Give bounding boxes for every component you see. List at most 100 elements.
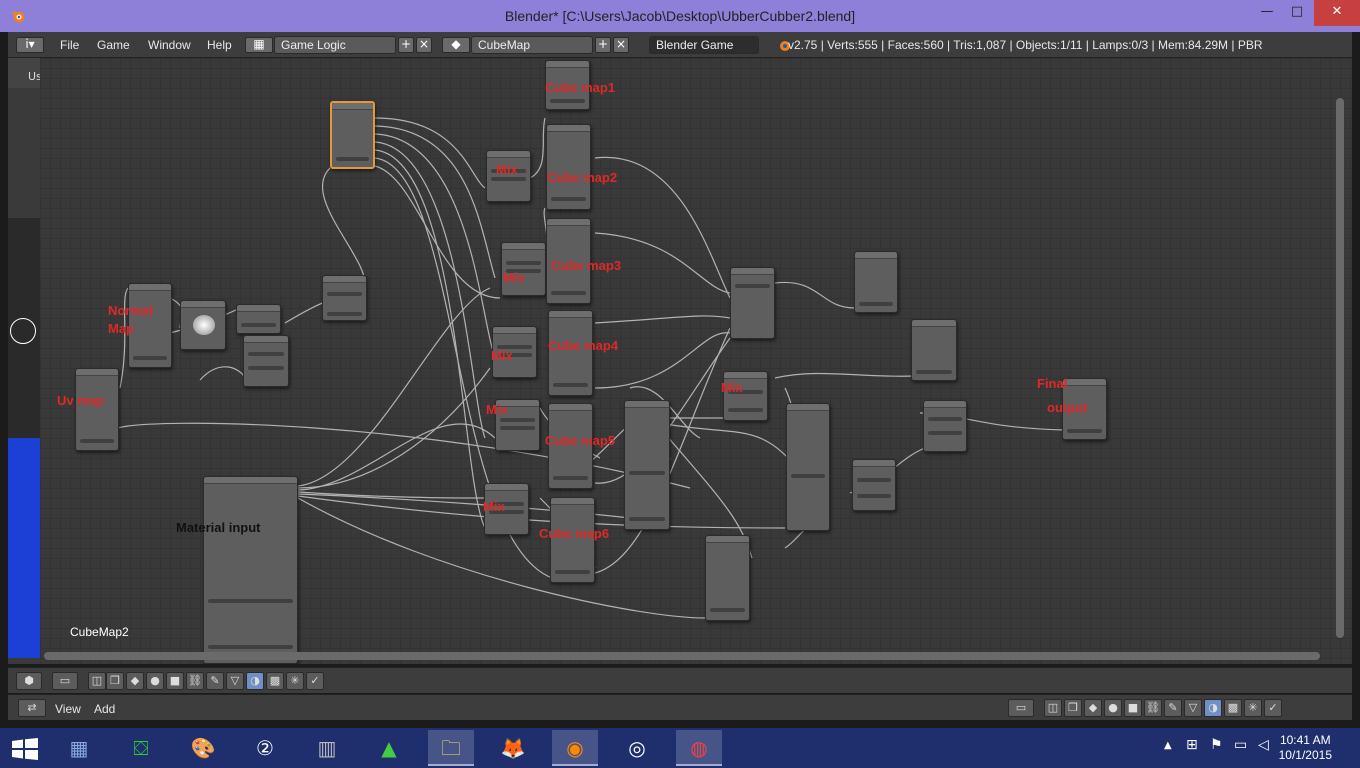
windows-tray-icon[interactable]: ⊞ [1186, 737, 1198, 753]
minimize-button[interactable]: — [1252, 0, 1282, 26]
file-explorer-icon[interactable]: 🗀 [428, 730, 474, 766]
node-material-2[interactable] [624, 400, 670, 530]
editor-type-icon[interactable]: ⬢ [16, 672, 42, 690]
label-cube-map1: Cube map1 [545, 80, 616, 95]
remove-scene-button[interactable]: × [613, 37, 629, 53]
right-particles-icon[interactable]: ✳ [1244, 699, 1262, 717]
label-cube-map4: Cube map4 [548, 338, 619, 353]
node-texture-7[interactable] [705, 535, 750, 621]
vertical-scrollbar[interactable] [1336, 98, 1344, 638]
node-material-input[interactable] [203, 476, 298, 664]
node-mix-7[interactable] [852, 459, 896, 511]
clock-time: 10:41 AM [1279, 733, 1331, 747]
horizontal-scrollbar[interactable] [44, 652, 1320, 660]
menu-help[interactable]: Help [207, 38, 232, 52]
world-icon[interactable]: ● [146, 672, 164, 690]
label-cube-map3: Cube map3 [551, 258, 622, 273]
label-mix-2: Mix [503, 270, 525, 285]
scene-field[interactable]: CubeMap [471, 36, 593, 54]
node-texture-normal[interactable] [128, 283, 172, 368]
normal-sphere-icon [193, 315, 215, 335]
data-icon[interactable]: ▽ [226, 672, 244, 690]
modifiers-icon[interactable]: ✎ [206, 672, 224, 690]
app-2-icon[interactable]: ② [242, 730, 288, 766]
screen-layout-icon[interactable]: ▦ [245, 37, 273, 53]
obs-app-icon[interactable]: ◎ [614, 730, 660, 766]
node-material-3[interactable] [786, 403, 830, 531]
node-reflection[interactable] [236, 304, 281, 334]
node-editor[interactable]: Cube map1 Cube map2 Cube map3 Cube map4 … [40, 58, 1352, 664]
right-physics-icon[interactable]: ✓ [1264, 699, 1282, 717]
label-normal: Normal [108, 303, 153, 318]
network-icon[interactable]: ▭ [1234, 737, 1247, 753]
left-header: Us [8, 58, 42, 88]
google-drive-icon[interactable]: ▲ [366, 730, 412, 766]
object-icon[interactable]: ■ [166, 672, 184, 690]
node-mix-6[interactable] [723, 371, 768, 421]
right-scene-icon[interactable]: ◆ [1084, 699, 1102, 717]
add-scene-button[interactable]: + [595, 37, 611, 53]
node-texture-4[interactable] [548, 310, 593, 396]
right-modifiers-icon[interactable]: ✎ [1164, 699, 1182, 717]
right-data-icon[interactable]: ▽ [1184, 699, 1202, 717]
right-object-icon[interactable]: ■ [1124, 699, 1142, 717]
maximize-button[interactable]: □ [1282, 0, 1312, 26]
label-map: Map [108, 321, 134, 336]
scene-small-icon[interactable]: ◆ [126, 672, 144, 690]
right-texture-icon[interactable]: ▩ [1224, 699, 1242, 717]
node-math-2[interactable] [923, 400, 967, 452]
view-name: CubeMap2 [70, 625, 129, 639]
tray-expand-icon[interactable]: ▲ [1164, 740, 1172, 751]
info-editor-type-icon[interactable]: i▾ [16, 37, 44, 53]
system-clock[interactable]: 10:41 AM 10/1/2015 [1279, 733, 1332, 763]
node-cubemap-texture[interactable] [730, 267, 775, 339]
menu-window[interactable]: Window [148, 38, 191, 52]
constraints-icon[interactable]: ⛓ [186, 672, 204, 690]
menu-add[interactable]: Add [94, 702, 115, 716]
paint-app-icon[interactable]: 🎨 [180, 730, 226, 766]
node-texture-2[interactable] [546, 124, 591, 210]
render-icon[interactable]: ◫ [88, 672, 106, 690]
node-editor-type-icon[interactable]: ⇄ [18, 699, 46, 717]
right-layers-icon[interactable]: ❐ [1064, 699, 1082, 717]
gimp-app-icon[interactable]: 🦊 [490, 730, 536, 766]
scene-stats: v2.75 | Verts:555 | Faces:560 | Tris:1,0… [788, 38, 1263, 52]
menu-game[interactable]: Game [97, 38, 130, 52]
add-layout-button[interactable]: + [398, 37, 414, 53]
right-world-icon[interactable]: ● [1104, 699, 1122, 717]
right-render-icon[interactable]: ◫ [1044, 699, 1062, 717]
render-engine-select[interactable]: Blender Game [649, 36, 759, 54]
scene-icon[interactable]: ◆ [442, 37, 470, 53]
particles-icon[interactable]: ✳ [286, 672, 304, 690]
node-output-2[interactable] [911, 319, 957, 381]
wall-app-icon[interactable]: ▥ [304, 730, 350, 766]
node-output-1[interactable] [854, 251, 898, 313]
node-normal[interactable] [180, 300, 226, 350]
right-material-icon[interactable]: ◑ [1204, 699, 1222, 717]
material-icon[interactable]: ◑ [246, 672, 264, 690]
node-mix-2[interactable] [501, 242, 546, 296]
menu-file[interactable]: File [60, 38, 79, 52]
node-uv-geometry[interactable] [75, 368, 119, 451]
right-constraints-icon[interactable]: ⛓ [1144, 699, 1162, 717]
node-math-multiply[interactable] [243, 335, 289, 387]
flag-icon[interactable]: ⚑ [1210, 737, 1223, 753]
menu-view[interactable]: View [55, 702, 81, 716]
calculator-app-icon[interactable]: ▦ [56, 730, 102, 766]
node-normal-map[interactable] [322, 275, 367, 321]
remove-layout-button[interactable]: × [416, 37, 432, 53]
windows-start-icon[interactable] [12, 738, 38, 760]
store-app-icon[interactable]: ⛋ [118, 730, 164, 766]
node-cubemap-normal[interactable] [330, 101, 375, 169]
volume-icon[interactable]: ◁ [1258, 737, 1269, 753]
chrome-app-icon[interactable]: ◍ [676, 730, 722, 766]
menu-toggle-icon[interactable]: ▭ [52, 672, 78, 690]
right-editor-type-icon[interactable]: ▭ [1008, 699, 1034, 717]
layers-icon[interactable]: ❐ [106, 672, 124, 690]
label-mix-5: Mix [483, 499, 505, 514]
close-button[interactable]: ✕ [1314, 0, 1360, 26]
screen-layout-field[interactable]: Game Logic [274, 36, 396, 54]
blender-app-icon[interactable]: ◉ [552, 730, 598, 766]
texture-icon[interactable]: ▩ [266, 672, 284, 690]
physics-icon[interactable]: ✓ [306, 672, 324, 690]
